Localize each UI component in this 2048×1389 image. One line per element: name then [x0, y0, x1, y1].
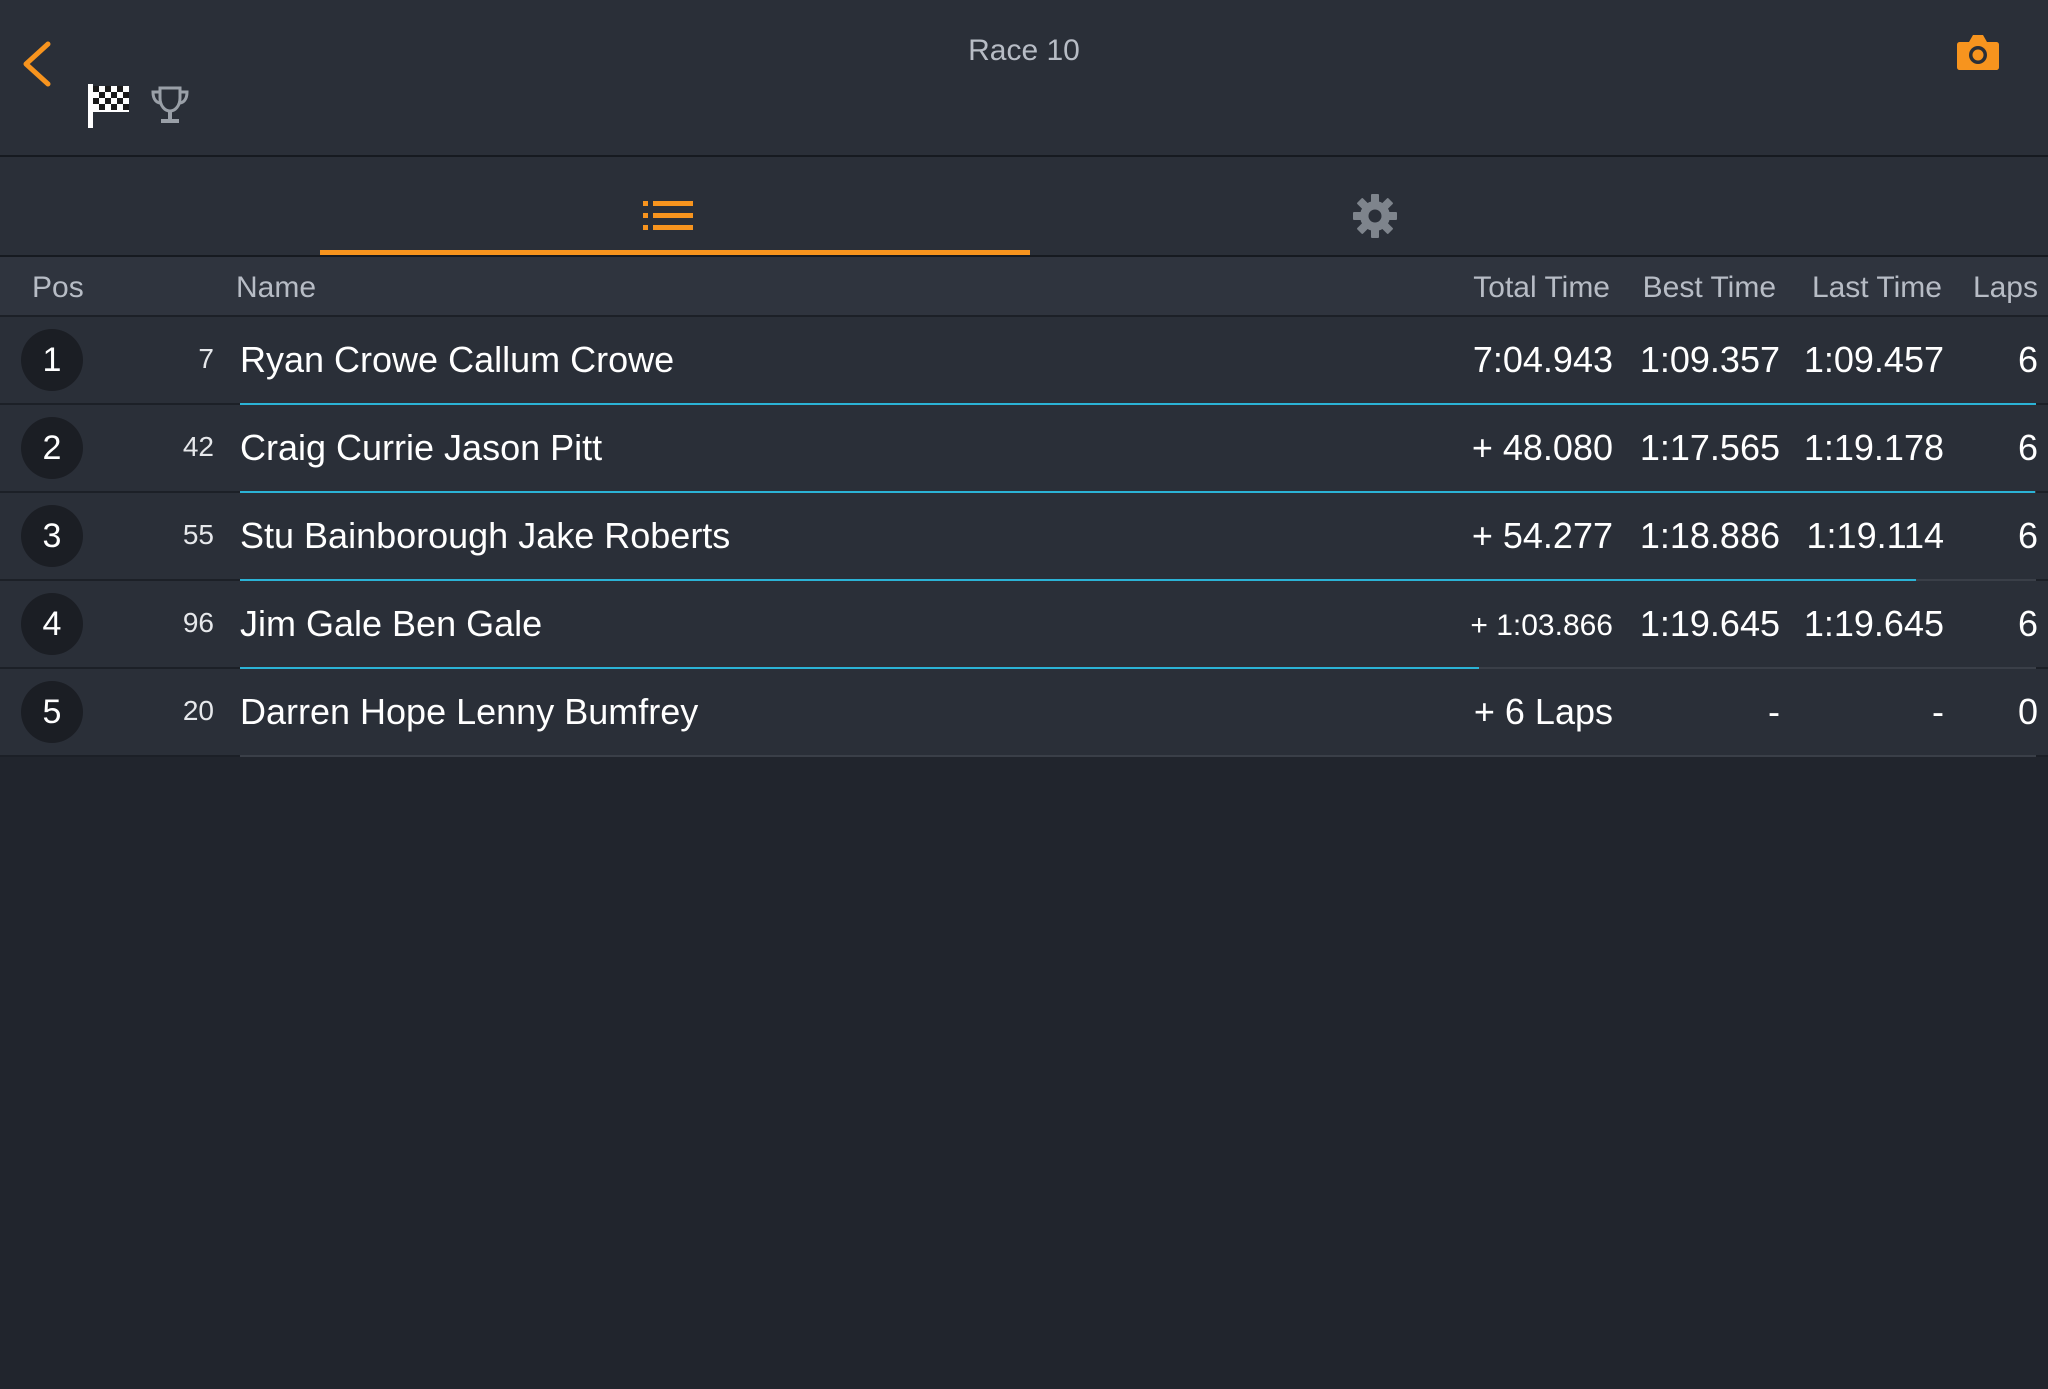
table-row[interactable]: 3 55 Stu Bainborough Jake Roberts + 54.2… [0, 493, 2048, 581]
driver-names: Darren Hope Lenny Bumfrey [240, 691, 699, 732]
position-badge: 4 [21, 593, 83, 655]
last-time: - [1932, 691, 1944, 732]
position-badge: 1 [21, 329, 83, 391]
last-time: 1:19.114 [1806, 515, 1944, 556]
table-row[interactable]: 2 42 Craig Currie Jason Pitt + 48.080 1:… [0, 405, 2048, 493]
car-number: 42 [182, 431, 214, 462]
last-time: 1:09.457 [1803, 339, 1944, 380]
best-time: - [1768, 691, 1780, 732]
tab-results-list[interactable] [320, 157, 1030, 255]
column-header-pos: Pos [32, 271, 84, 304]
page-title: Race 10 [968, 34, 1080, 67]
camera-icon [1957, 35, 1999, 70]
tab-bar [0, 157, 2048, 257]
results-table: 1 7 Ryan Crowe Callum Crowe 7:04.943 1:0… [0, 317, 2048, 757]
car-number: 20 [182, 695, 214, 726]
car-number: 55 [182, 519, 214, 550]
best-time: 1:09.357 [1639, 339, 1780, 380]
position-badge: 2 [21, 417, 83, 479]
column-header-laps: Laps [1972, 271, 2038, 304]
laps-count: 0 [2017, 691, 2038, 732]
total-time: + 1:03.866 [1470, 609, 1613, 642]
tab-settings[interactable] [1030, 157, 1723, 255]
total-time: + 54.277 [1471, 515, 1613, 556]
active-tab-indicator [320, 250, 1030, 255]
laps-count: 6 [2017, 603, 2038, 644]
driver-names: Stu Bainborough Jake Roberts [240, 515, 731, 556]
driver-names: Jim Gale Ben Gale [240, 603, 543, 644]
laps-count: 6 [2017, 427, 2038, 468]
column-header-name: Name [236, 271, 317, 304]
table-row[interactable]: 1 7 Ryan Crowe Callum Crowe 7:04.943 1:0… [0, 317, 2048, 405]
column-header-last-time: Last Time [1811, 271, 1942, 304]
best-time: 1:18.886 [1639, 515, 1780, 556]
last-time: 1:19.178 [1803, 427, 1944, 468]
table-row[interactable]: 4 96 Jim Gale Ben Gale + 1:03.866 1:19.6… [0, 581, 2048, 669]
table-row[interactable]: 5 20 Darren Hope Lenny Bumfrey + 6 Laps … [0, 669, 2048, 757]
position-badge: 5 [21, 681, 83, 743]
total-time: + 48.080 [1471, 427, 1613, 468]
best-time: 1:19.645 [1639, 603, 1780, 644]
checkered-flag-icon [86, 82, 132, 130]
gear-icon [1353, 194, 1397, 238]
progress-track [240, 755, 2036, 757]
laps-count: 6 [2017, 339, 2038, 380]
position-badge: 3 [21, 505, 83, 567]
list-icon [643, 201, 693, 230]
total-time: 7:04.943 [1472, 339, 1613, 380]
laps-count: 6 [2017, 515, 2038, 556]
column-header-total-time: Total Time [1473, 271, 1610, 304]
camera-button[interactable] [1956, 32, 2000, 72]
trophy-icon[interactable] [150, 84, 190, 128]
top-bar: Race 10 [0, 0, 2048, 157]
car-number: 96 [182, 607, 214, 638]
last-time: 1:19.645 [1803, 603, 1944, 644]
best-time: 1:17.565 [1639, 427, 1780, 468]
driver-names: Ryan Crowe Callum Crowe [240, 339, 675, 380]
car-number: 7 [198, 343, 214, 374]
driver-names: Craig Currie Jason Pitt [240, 427, 603, 468]
total-time: + 6 Laps [1473, 691, 1613, 732]
results-table-header: Pos Name Total Time Best Time Last Time … [0, 257, 2048, 317]
column-header-best-time: Best Time [1642, 271, 1776, 304]
